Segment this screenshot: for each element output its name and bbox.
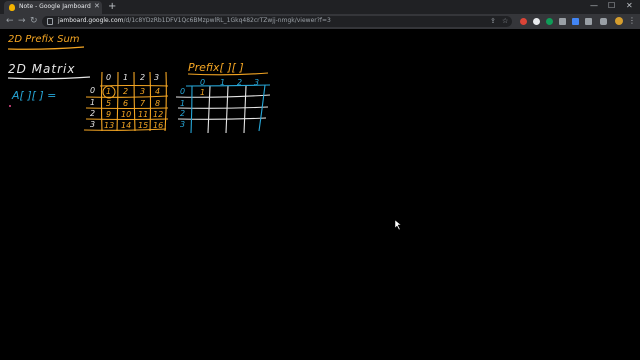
matrix-heading-underline bbox=[7, 76, 91, 80]
prefix-grid bbox=[175, 85, 271, 134]
matrix-a-grid bbox=[83, 71, 169, 132]
ink-strokes bbox=[7, 46, 402, 231]
prefix-label-underline bbox=[187, 72, 269, 76]
ink-dot bbox=[9, 105, 11, 107]
title-underline bbox=[7, 46, 85, 50]
highlight-circle bbox=[102, 85, 116, 99]
mouse-cursor bbox=[394, 219, 402, 231]
